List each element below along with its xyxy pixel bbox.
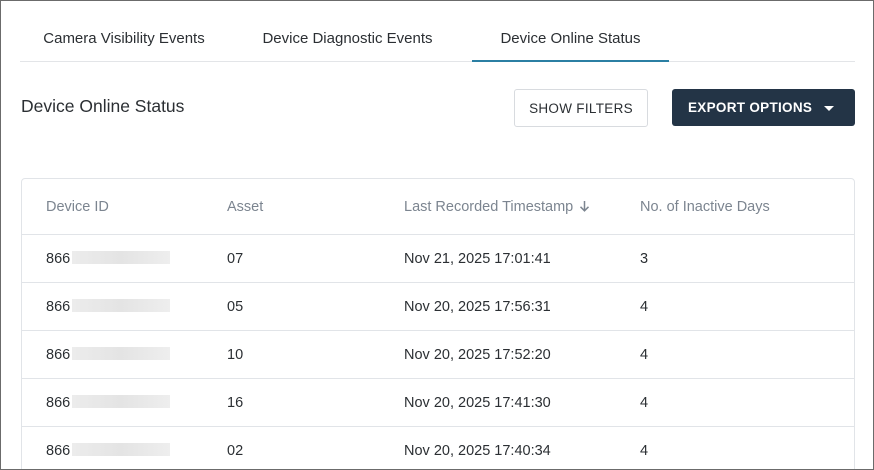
- export-options-label: EXPORT OPTIONS: [688, 100, 813, 115]
- asset-cell: 10: [227, 347, 244, 363]
- column-header-asset[interactable]: Asset: [227, 199, 263, 215]
- app-frame: Camera Visibility Events Device Diagnost…: [0, 0, 874, 470]
- timestamp-cell: Nov 20, 2025 17:56:31: [404, 299, 551, 315]
- column-header-last-recorded-timestamp[interactable]: Last Recorded Timestamp: [404, 199, 590, 216]
- device-id-cell: 866: [46, 299, 171, 315]
- redacted-block: [72, 299, 171, 312]
- inactive-days-cell: 3: [640, 251, 649, 267]
- inactive-days-cell: 4: [640, 395, 649, 411]
- asset-cell: 07: [227, 251, 244, 267]
- device-id-prefix: 866: [46, 299, 71, 315]
- tab-label: Camera Visibility Events: [43, 29, 205, 47]
- tab-device-online-status[interactable]: Device Online Status: [472, 15, 669, 62]
- asset-cell: 05: [227, 299, 244, 315]
- device-id-prefix: 866: [46, 251, 71, 267]
- show-filters-button[interactable]: SHOW FILTERS: [514, 89, 648, 127]
- device-id-prefix: 866: [46, 395, 71, 411]
- timestamp-cell: Nov 20, 2025 17:40:34: [404, 443, 551, 459]
- page-title: Device Online Status: [21, 96, 185, 116]
- table-row[interactable]: 866 02 Nov 20, 2025 17:40:34 4: [22, 427, 854, 469]
- tab-camera-visibility-events[interactable]: Camera Visibility Events: [26, 15, 222, 61]
- redacted-block: [72, 395, 171, 408]
- table-row[interactable]: 866 16 Nov 20, 2025 17:41:30 4: [22, 379, 854, 427]
- column-header-inactive-days[interactable]: No. of Inactive Days: [640, 199, 770, 215]
- tab-bar: Camera Visibility Events Device Diagnost…: [20, 15, 855, 62]
- redacted-block: [72, 443, 171, 456]
- tab-device-diagnostic-events[interactable]: Device Diagnostic Events: [248, 15, 447, 61]
- caret-down-icon: [824, 106, 834, 111]
- timestamp-cell: Nov 21, 2025 17:01:41: [404, 251, 551, 267]
- asset-cell: 16: [227, 395, 244, 411]
- redacted-block: [72, 347, 171, 360]
- table-row[interactable]: 866 05 Nov 20, 2025 17:56:31 4: [22, 283, 854, 331]
- device-status-table: Device ID Asset Last Recorded Timestamp …: [21, 178, 855, 469]
- timestamp-cell: Nov 20, 2025 17:52:20: [404, 347, 551, 363]
- asset-cell: 02: [227, 443, 244, 459]
- export-options-button[interactable]: EXPORT OPTIONS: [672, 89, 855, 126]
- table-header: Device ID Asset Last Recorded Timestamp …: [22, 179, 854, 235]
- table-row[interactable]: 866 07 Nov 21, 2025 17:01:41 3: [22, 235, 854, 283]
- inactive-days-cell: 4: [640, 299, 649, 315]
- tab-label: Device Diagnostic Events: [262, 29, 433, 47]
- device-id-cell: 866: [46, 347, 171, 363]
- device-id-prefix: 866: [46, 347, 71, 363]
- show-filters-label: SHOW FILTERS: [529, 100, 633, 116]
- timestamp-cell: Nov 20, 2025 17:41:30: [404, 395, 551, 411]
- device-id-cell: 866: [46, 395, 171, 411]
- column-header-label: Last Recorded Timestamp: [404, 199, 574, 215]
- column-header-device-id[interactable]: Device ID: [46, 199, 109, 215]
- inactive-days-cell: 4: [640, 347, 649, 363]
- device-id-cell: 866: [46, 251, 171, 267]
- device-id-cell: 866: [46, 443, 171, 459]
- arrow-down-icon: [579, 200, 590, 216]
- redacted-block: [72, 251, 171, 264]
- tab-label: Device Online Status: [500, 29, 641, 47]
- inactive-days-cell: 4: [640, 443, 649, 459]
- table-row[interactable]: 866 10 Nov 20, 2025 17:52:20 4: [22, 331, 854, 379]
- device-id-prefix: 866: [46, 443, 71, 459]
